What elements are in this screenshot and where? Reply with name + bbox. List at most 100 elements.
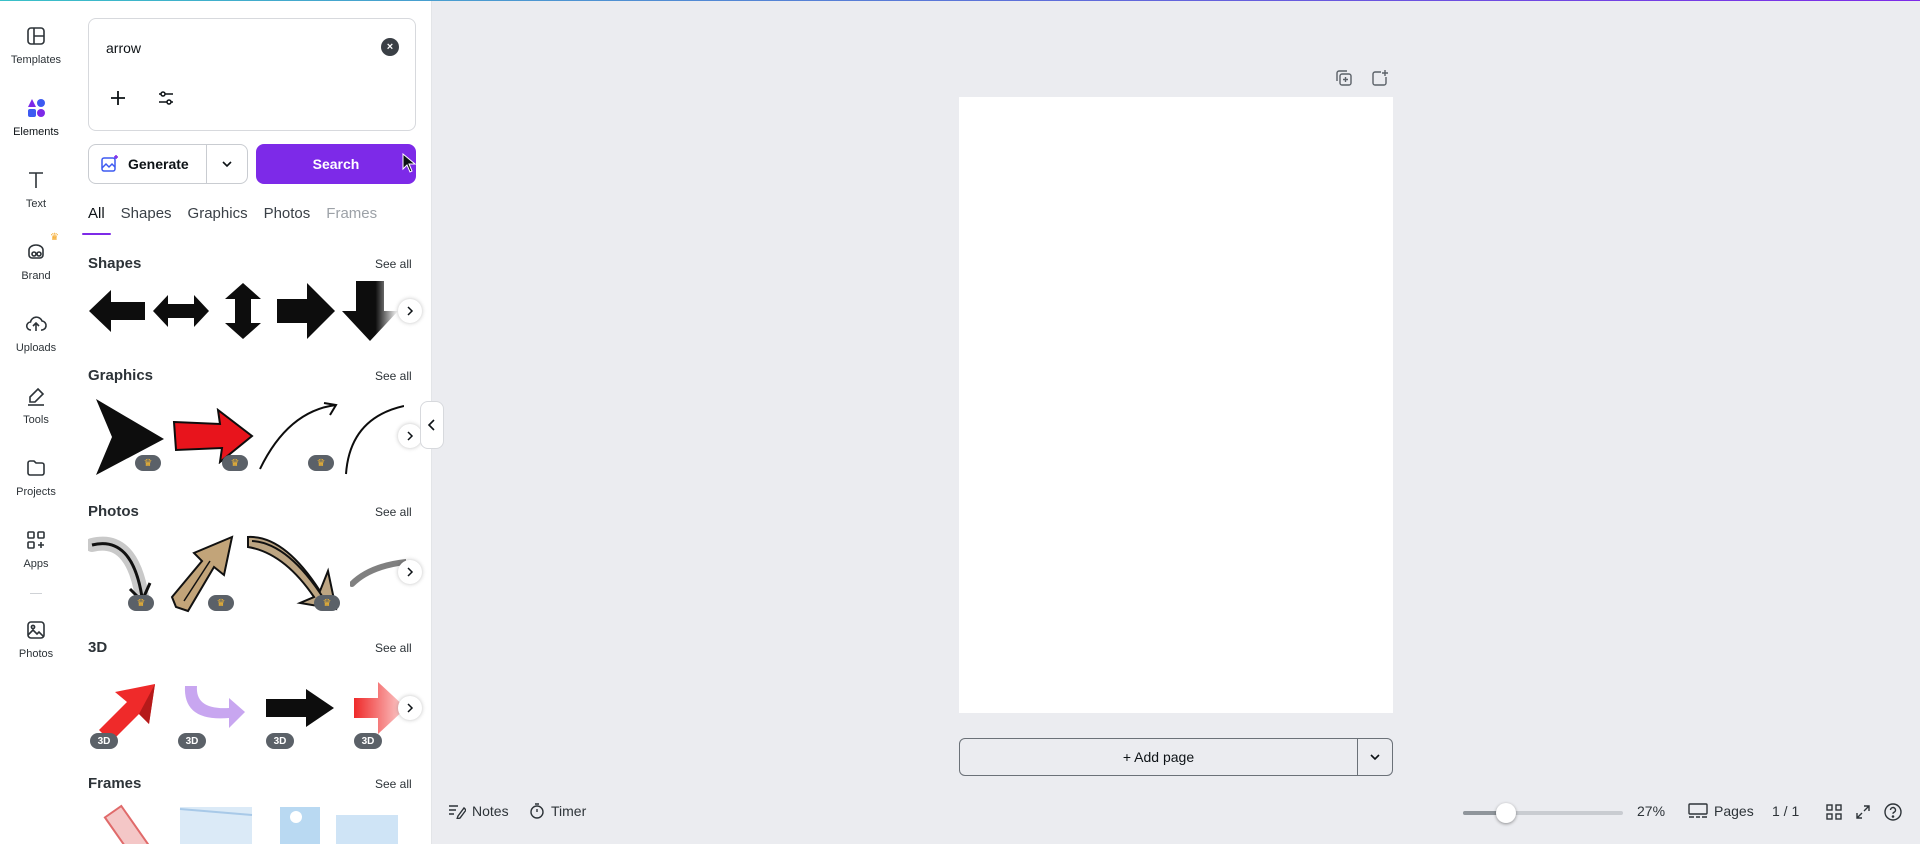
premium-crown-badge: ♛ [314,595,340,611]
premium-crown-badge: ♛ [135,455,161,471]
search-input[interactable] [106,37,366,59]
shape-arrow-down[interactable] [340,266,400,356]
3d-badge: 3D [266,733,294,749]
3d-purple-curved-arrow[interactable]: 3D [176,663,248,753]
graphic-curved-line-arrow[interactable]: ♛ [258,391,340,481]
rail-item-photos[interactable]: Photos [0,614,72,674]
3d-red-arrow-up-right[interactable]: 3D [88,663,160,753]
add-page-bar: + Add page [959,738,1393,776]
frame-sky-square[interactable] [264,803,324,844]
generate-button[interactable]: Generate [89,145,207,183]
notes-icon [449,805,466,819]
photo-hand-drawn-arrow-gray[interactable]: ♛ [88,527,160,617]
frame-tilted-card[interactable] [102,803,162,844]
tools-icon [20,380,52,412]
zoom-slider[interactable] [1463,803,1623,823]
pages-button[interactable]: Pages [1688,803,1754,819]
shape-arrow-up-down[interactable] [214,266,272,356]
add-page-options-button[interactable] [1358,739,1392,775]
see-all-frames-link[interactable]: See all [375,777,412,791]
zoom-percent[interactable]: 27% [1637,803,1665,819]
clear-search-button[interactable]: × [381,38,399,56]
graphics-next-button[interactable] [398,424,422,448]
3d-badge: 3D [354,733,382,749]
shapes-next-button[interactable] [398,299,422,323]
zoom-slider-handle[interactable] [1496,803,1517,823]
rail-item-apps[interactable]: Apps [0,524,72,584]
rail-item-projects[interactable]: Projects [0,452,72,512]
section-title-graphics: Graphics [88,367,154,384]
rail-label: Uploads [15,342,57,354]
rail-label: Tools [23,414,49,426]
rail-item-brand[interactable]: ♛ Brand [0,232,72,296]
tab-all[interactable]: All [82,201,111,235]
duplicate-page-button[interactable] [1334,68,1354,88]
frame-sky-wide[interactable] [176,803,256,844]
filter-button[interactable] [153,85,179,111]
search-button[interactable]: Search [256,144,416,184]
sliders-icon [159,91,173,105]
shape-arrow-left[interactable] [88,266,146,356]
see-all-photos-link[interactable]: See all [375,505,412,519]
design-page-canvas[interactable] [959,97,1393,713]
frame-sky-rect[interactable] [332,803,402,844]
timer-icon [530,803,544,819]
three-d-next-button[interactable] [398,696,422,720]
pages-icon [1688,803,1708,818]
rail-item-tools[interactable]: Tools [0,380,72,440]
premium-crown-badge: ♛ [128,595,154,611]
premium-crown-badge: ♛ [308,455,334,471]
grid-view-button[interactable] [1826,804,1848,820]
graphics-row: ♛ ♛ ♛ [88,391,422,481]
rail-label: Brand [21,270,51,282]
help-button[interactable] [1884,803,1908,821]
timer-button[interactable]: Timer [529,803,586,819]
fullscreen-icon [1856,805,1870,819]
rail-item-elements[interactable]: Elements [0,92,72,152]
add-page-icon [1372,70,1388,86]
add-page-button[interactable]: + Add page [960,739,1358,775]
pages-label: Pages [1714,803,1754,819]
rail-item-text[interactable]: Text [0,164,72,224]
timer-label: Timer [551,803,587,819]
graphic-red-arrow[interactable]: ♛ [172,391,254,481]
3d-black-arrow-right[interactable]: 3D [264,663,336,753]
shapes-row [88,266,422,356]
rail-label: Templates [10,54,62,66]
crown-icon: ♛ [50,232,59,243]
add-button[interactable] [105,85,131,111]
text-icon [20,164,52,196]
chevron-right-icon [407,703,414,713]
photos-next-button[interactable] [398,560,422,584]
tab-photos[interactable]: Photos [264,201,311,235]
bottom-toolbar: Notes Timer 27% Pages 1 / 1 [433,796,1920,828]
collapse-panel-button[interactable] [420,401,444,449]
tab-frames[interactable]: Frames [326,201,377,235]
fullscreen-button[interactable] [1855,804,1877,820]
three-d-row: 3D 3D 3D 3D [88,663,422,753]
see-all-3d-link[interactable]: See all [375,641,412,655]
graphic-black-cursor-arrow[interactable]: ♛ [88,391,168,481]
tab-graphics[interactable]: Graphics [188,201,248,235]
shape-arrow-right[interactable] [276,266,336,356]
rail-divider [30,593,42,594]
elements-icon [20,92,52,124]
shape-arrow-left-right[interactable] [152,266,210,356]
mouse-cursor-icon [402,153,417,173]
page-counter: 1 / 1 [1772,803,1800,819]
chevron-left-icon [427,419,435,431]
section-title-frames: Frames [88,775,142,792]
see-all-graphics-link[interactable]: See all [375,369,412,383]
photo-sketch-arrow-down-right[interactable]: ♛ [244,527,344,617]
notes-button[interactable]: Notes [448,803,509,819]
generate-options-button[interactable] [207,145,247,183]
tab-shapes[interactable]: Shapes [121,201,172,235]
rail-item-uploads[interactable]: Uploads [0,308,72,368]
graphic-curved-arrow-partial[interactable] [344,391,404,481]
frames-row [88,803,416,844]
rail-item-templates[interactable]: Templates [0,20,72,80]
magic-image-icon [101,155,118,172]
photos-icon [20,614,52,646]
add-page-icon-button[interactable] [1370,68,1390,88]
photo-cardboard-arrow[interactable]: ♛ [166,527,238,617]
